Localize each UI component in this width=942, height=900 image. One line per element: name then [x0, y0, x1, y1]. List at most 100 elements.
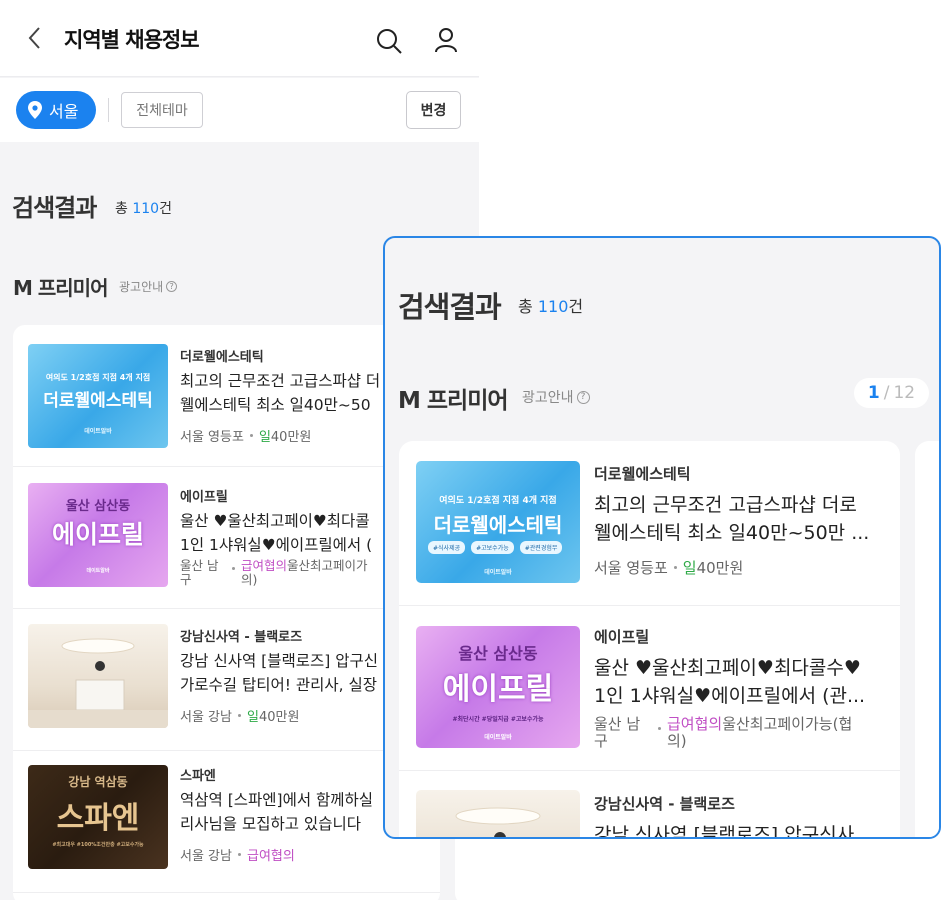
carousel-pager: 1/12: [854, 378, 929, 408]
item-desc-line2: 1인 1샤워실♥에이프릴에서 (관...: [594, 685, 866, 707]
search-icon[interactable]: [374, 26, 404, 56]
thumb-tag: #식사제공: [428, 541, 466, 554]
separator-dot: [237, 853, 241, 856]
ad-info-label: 광고안내: [522, 390, 574, 406]
list-item[interactable]: 강남 역삼동 스파엔 #최고대우 #100%조건만충 #고보수가능 스파엔 역삼…: [13, 751, 440, 893]
list-item[interactable]: 여의도 1/2호점 지점 4개 지점 더로웰에스테틱 #식사제공 #고보수가능 …: [399, 441, 900, 606]
separator-dot: [658, 727, 661, 730]
item-thumbnail: 울산 삼산동 에이프릴 데이트알바: [28, 483, 168, 587]
back-arrow-icon[interactable]: [24, 25, 46, 51]
thumb-caption: 여의도 1/2호점 지점 4개 지점: [439, 496, 557, 506]
region-line1: 울산 남: [180, 558, 219, 573]
region-line2: 구: [180, 572, 192, 587]
item-name: 더로웰에스테틱: [594, 465, 691, 483]
pay-type: 일: [682, 559, 697, 577]
theme-chip[interactable]: 전체테마: [121, 92, 203, 128]
user-icon[interactable]: [432, 26, 460, 56]
item-meta: 울산 남구 급여협의울산최고페이가능(협 의): [594, 716, 852, 750]
premium-title: M 프리미어: [13, 276, 108, 300]
item-thumbnail: 여의도 1/2호점 지점 4개 지점 더로웰에스테틱 데이트알바: [28, 344, 168, 448]
count-number: 110: [132, 201, 160, 217]
page-current: 1: [867, 383, 880, 403]
count-prefix: 총: [518, 297, 533, 316]
page-title: 지역별 채용정보: [64, 28, 200, 52]
item-meta: 서울 강남 급여협의: [180, 845, 295, 864]
separator-dot: [249, 434, 253, 437]
list-item[interactable]: 여의도 1/2호점 지점 4개 지점 더로웰에스테틱 데이트알바 더로웰에스테틱…: [13, 325, 440, 467]
thumb-brand: 에이프릴: [442, 672, 554, 707]
pay-info: 급여협의울산최고페이가 의): [241, 559, 368, 587]
list-item[interactable]: 강남신사역 - 블랙로즈 강남 신사역 [블랙로즈] 압구신 가로수길 탑티어!…: [13, 609, 440, 751]
pay-type: 일: [258, 430, 271, 445]
thumb-tags: #식사제공 #고보수가능 #관련경험무: [428, 541, 563, 554]
item-desc-line1: 최고의 근무조건 고급스파샵 더로: [594, 494, 857, 516]
pay-value: 40만원: [270, 430, 312, 445]
ad-info-link[interactable]: 광고안내?: [119, 278, 178, 295]
list-item[interactable]: 울산 삼산동 에이프릴 데이트알바 에이프릴 울산 ♥울산최고페이♥최다콜 1인…: [13, 467, 440, 609]
item-desc-line2: 웰에스테틱 최소 일40만~50만 ...: [594, 522, 870, 544]
count-prefix: 총: [115, 201, 128, 217]
question-icon: ?: [166, 281, 178, 292]
item-thumbnail: 강남 역삼동 스파엔 #최고대우 #100%조건만충 #고보수가능: [28, 765, 168, 869]
question-icon: ?: [576, 390, 590, 404]
item-name: 강남신사역 - 블랙로즈: [180, 630, 303, 645]
ad-info-link[interactable]: 광고안내?: [522, 387, 590, 407]
thumb-tags: #최고대우 #100%조건만충 #고보수가능: [52, 842, 144, 848]
item-thumbnail: [416, 790, 580, 837]
pay-type: 일: [246, 710, 259, 725]
location-chip[interactable]: 서울: [16, 91, 96, 129]
item-name: 스파엔: [180, 769, 216, 784]
premium-card: 여의도 1/2호점 지점 4개 지점 더로웰에스테틱 데이트알바 더로웰에스테틱…: [13, 325, 440, 900]
pay-value: 40만원: [696, 559, 744, 577]
item-name: 더로웰에스테틱: [180, 350, 264, 365]
thumb-caption: 울산 삼산동: [458, 644, 538, 663]
thumb-mark: 데이트알바: [84, 428, 112, 435]
pay-note-line2: 의): [667, 732, 687, 750]
item-meta: 울산 남구 급여협의울산최고페이가 의): [180, 559, 368, 587]
results-title: 검색결과: [12, 194, 97, 222]
premium-card: 여의도 1/2호점 지점 4개 지점 더로웰에스테틱 #식사제공 #고보수가능 …: [399, 441, 900, 839]
separator-dot: [673, 566, 677, 569]
item-meta: 서울 영등포 일 40만원: [180, 426, 311, 445]
change-button[interactable]: 변경: [406, 91, 461, 129]
pay-type: 급여협의: [241, 558, 288, 573]
page-total: 12: [893, 383, 916, 403]
thumb-tag: #고보수가능: [471, 541, 514, 554]
item-meta: 서울 강남 일 40만원: [180, 706, 299, 725]
thumb-tag: #관련경험무: [519, 541, 563, 554]
item-region: 서울 강남: [180, 849, 232, 864]
results-title: 검색결과: [398, 290, 502, 324]
list-item[interactable]: 울산 삼산동 에이프릴 #최단시간 #당일지급 #고보수가능 데이트알바 에이프…: [399, 606, 900, 771]
next-card-peek[interactable]: [915, 441, 939, 837]
item-thumbnail: [28, 624, 168, 728]
count-suffix: 건: [159, 201, 172, 217]
zoom-callout: 검색결과 총 110건 M 프리미어 광고안내? 1/12 여의도 1/2호점 …: [383, 236, 941, 839]
thumb-mark: 데이트알바: [86, 568, 110, 574]
results-count: 총 110건: [115, 198, 172, 218]
thumb-caption: 강남 역삼동: [68, 775, 128, 789]
region-line1: 울산 남: [594, 715, 641, 733]
item-region: 울산 남구: [180, 559, 226, 587]
item-region: 서울 강남: [180, 710, 232, 725]
page-separator: /: [883, 383, 890, 403]
pay-note-line2: 의): [241, 572, 258, 587]
thumb-caption: 여의도 1/2호점 지점 4개 지점: [45, 373, 151, 382]
item-name: 에이프릴: [594, 628, 650, 646]
results-count: 총 110건: [518, 293, 583, 317]
separator-dot: [237, 714, 241, 717]
item-desc-line1: 강남 신사역 [블랙로즈] 압구신사: [594, 824, 855, 839]
thumb-brand: 스파엔: [56, 801, 140, 836]
divider: [108, 98, 109, 122]
item-region: 울산 남구: [594, 716, 652, 750]
item-meta: 서울 영등포 일 40만원: [594, 557, 743, 578]
thumb-brand: 더로웰에스테틱: [433, 513, 563, 537]
thumb-brand: 에이프릴: [51, 520, 144, 549]
separator-dot: [232, 567, 235, 570]
location-label: 서울: [49, 102, 79, 121]
item-thumbnail: 여의도 1/2호점 지점 4개 지점 더로웰에스테틱 #식사제공 #고보수가능 …: [416, 461, 580, 583]
pay-type: 급여협의: [667, 715, 723, 733]
list-item[interactable]: 강남신사역 - 블랙로즈 강남 신사역 [블랙로즈] 압구신사: [399, 771, 900, 839]
premium-title: M 프리미어: [398, 388, 509, 414]
filter-bar: 서울 전체테마 변경: [0, 78, 479, 142]
item-region: 서울 영등포: [594, 559, 668, 577]
